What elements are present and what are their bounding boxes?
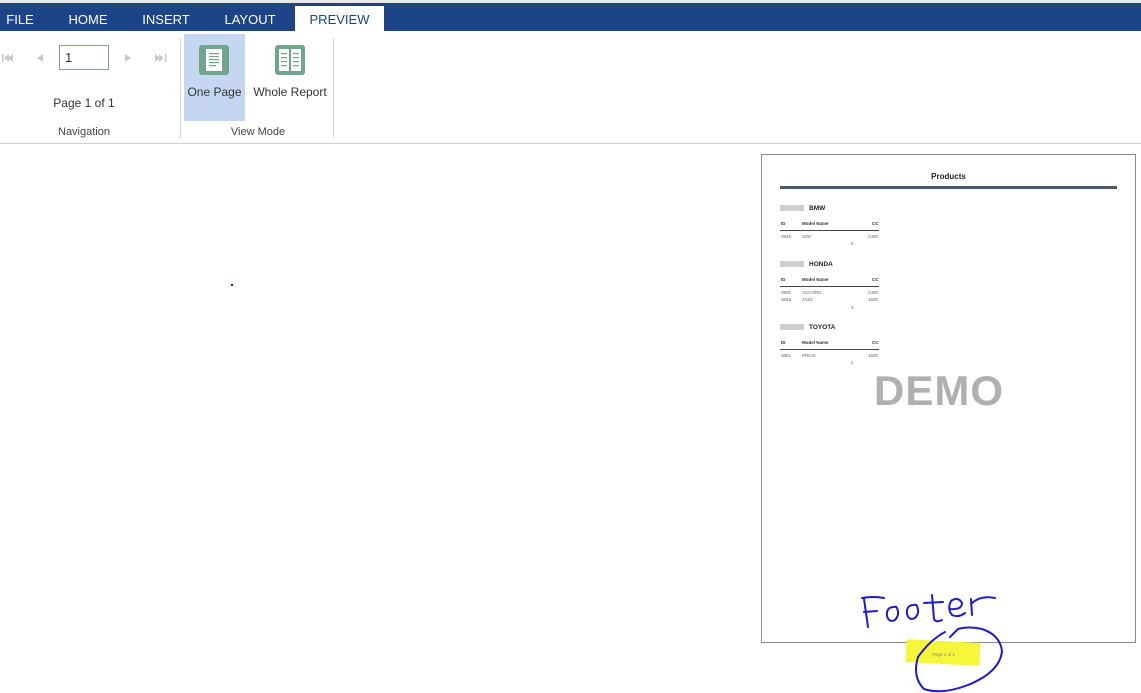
cell-model: JAZZ [802,297,813,302]
report-title: Products [931,172,966,181]
cell-id: 3845 [781,234,792,239]
column-header-id: ID [781,221,786,226]
group-name: BMW [809,205,826,212]
one-page-label: One Page [187,85,242,99]
header-rule [780,286,879,287]
handwritten-footer-annotation [861,594,1003,693]
group-count: 2 [851,241,854,246]
column-header-cc: CC [872,221,879,226]
tab-home[interactable]: HOME [56,6,120,34]
menu-bar: FILE HOME INSERT LAYOUT PREVIEW [0,0,1141,34]
whole-report-label: Whole Report [253,85,327,99]
group-divider [333,38,334,138]
cell-model: 325I [802,234,811,239]
previous-page-icon[interactable] [33,51,47,65]
tab-insert[interactable]: INSERT [132,6,200,34]
cell-model: PRIUS [802,353,816,358]
tab-layout[interactable]: LAYOUT [214,6,286,34]
group-header-bar [780,324,804,330]
column-header-cc: CC [872,277,879,282]
cell-cc: 2400 [867,234,878,239]
group-header-bar [780,205,804,211]
group-name: HONDA [809,261,833,268]
last-page-icon[interactable] [154,51,168,65]
column-header-model: Model Name [802,221,829,226]
cell-id: 3851 [781,353,792,358]
column-header-model: Model Name [802,277,829,282]
column-header-model: Model Name [802,340,829,345]
group-count: 3 [851,305,854,310]
column-header-cc: CC [872,340,879,345]
group-divider [180,38,181,138]
column-header-id: ID [781,277,786,282]
demo-watermark: DEMO [874,367,1004,414]
cell-cc: 2400 [867,290,878,295]
whole-report-icon [275,45,305,75]
cell-cc: 1500 [867,353,878,358]
cell-cc: 1500 [867,297,878,302]
cell-id: 3849 [781,297,792,302]
cell-id: 3850 [781,290,792,295]
stray-ink-dot [231,284,233,286]
group-name: TOYOTA [809,324,836,331]
first-page-icon[interactable] [0,51,14,65]
page-number-input[interactable] [59,45,109,70]
tab-file[interactable]: FILE [0,6,40,34]
report-page-preview[interactable]: Products BMW ID Model Name CC 3845 325I … [761,154,1136,643]
one-page-icon [199,45,229,75]
title-rule [780,186,1117,189]
header-rule [780,349,879,350]
cell-model: ACCORD [802,290,822,295]
view-mode-group-label: View Mode [230,126,286,138]
whole-report-button[interactable]: Whole Report [248,34,332,121]
one-page-button[interactable]: One Page [184,34,245,121]
next-page-icon[interactable] [121,51,135,65]
ribbon: Page 1 of 1 Navigation One Page [0,31,1141,144]
page-status: Page 1 of 1 [53,96,115,110]
tab-preview[interactable]: PREVIEW [295,6,384,34]
navigation-group-label: Navigation [58,126,110,138]
column-header-id: ID [781,340,786,345]
group-header-bar [780,261,804,267]
header-rule [780,230,879,231]
group-count: 2 [851,360,854,365]
